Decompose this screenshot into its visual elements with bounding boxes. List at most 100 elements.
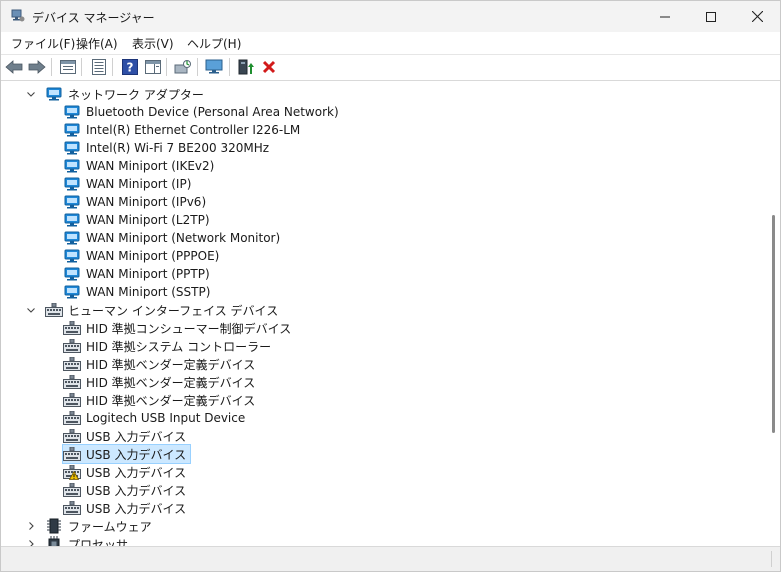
menu-action[interactable]: 操作(A) [76, 35, 118, 52]
tree-device-label: WAN Miniport (PPTP) [86, 267, 210, 281]
network-adapter-icon [45, 86, 63, 102]
help-button[interactable]: ? [120, 57, 140, 77]
tree-device-label: WAN Miniport (Network Monitor) [86, 231, 281, 245]
back-arrow-icon [5, 60, 23, 74]
status-bar [1, 546, 780, 571]
action-pane-icon [145, 60, 161, 74]
tree-device-item[interactable]: WAN Miniport (IPv6) [63, 193, 208, 211]
tree-category-label: ヒューマン インターフェイス デバイス [68, 303, 279, 318]
back-button[interactable] [4, 57, 24, 77]
minimize-icon [660, 16, 670, 17]
chevron-down-icon[interactable] [25, 85, 37, 103]
tree-device-item[interactable]: HID 準拠ベンダー定義デバイス [63, 355, 257, 373]
hid-keyboard-icon [63, 428, 81, 444]
tree-device-item[interactable]: USB 入力デバイス [63, 427, 188, 445]
tree-device-item[interactable]: Bluetooth Device (Personal Area Network) [63, 103, 341, 121]
tree-category-firmware-chip[interactable]: ファームウェア [25, 517, 154, 535]
menu-file[interactable]: ファイル(F) [11, 35, 75, 52]
tree-device-item[interactable]: WAN Miniport (SSTP) [63, 283, 212, 301]
network-adapter-icon [63, 266, 81, 282]
action-pane-button[interactable] [143, 57, 163, 77]
tree-category-hid-keyboard[interactable]: ヒューマン インターフェイス デバイス [25, 301, 280, 319]
network-adapter-icon [63, 176, 81, 192]
tree-device-item[interactable]: WAN Miniport (Network Monitor) [63, 229, 282, 247]
close-icon [751, 11, 763, 22]
tree-device-label: WAN Miniport (IPv6) [86, 195, 207, 209]
tree-device-item[interactable]: USB 入力デバイス [63, 499, 188, 517]
maximize-icon [706, 11, 716, 22]
tree-device-label: WAN Miniport (SSTP) [86, 285, 211, 299]
tree-device-item[interactable]: WAN Miniport (L2TP) [63, 211, 212, 229]
tree-device-item[interactable]: USB 入力デバイス [63, 481, 188, 499]
tree-device-label: USB 入力デバイス [86, 429, 187, 444]
warning-device-icon [63, 464, 81, 480]
tree-device-item[interactable]: WAN Miniport (IKEv2) [63, 157, 216, 175]
chevron-right-icon[interactable] [25, 535, 37, 546]
uninstall-x-icon [262, 60, 276, 74]
tree-device-label: Logitech USB Input Device [86, 411, 246, 425]
monitor-button[interactable] [204, 57, 224, 77]
scan-hardware-button[interactable] [173, 57, 193, 77]
chevron-right-icon[interactable] [25, 517, 37, 535]
forward-arrow-icon [28, 60, 46, 74]
tree-category-label: ファームウェア [68, 519, 152, 534]
maximize-button[interactable] [688, 1, 734, 32]
tree-device-item[interactable]: Intel(R) Ethernet Controller I226-LM [63, 121, 302, 139]
device-tree[interactable]: ネットワーク アダプター Bluetooth Device (Personal A… [1, 81, 767, 546]
uninstall-device-button[interactable] [259, 57, 279, 77]
network-adapter-icon [63, 284, 81, 300]
tree-device-item[interactable]: HID 準拠コンシューマー制御デバイス [63, 319, 293, 337]
tree-category-network-adapter[interactable]: ネットワーク アダプター [25, 85, 206, 103]
tree-device-item[interactable]: USB 入力デバイス [63, 463, 188, 481]
vertical-scrollbar[interactable] [767, 81, 780, 546]
network-adapter-icon [63, 104, 81, 120]
hid-keyboard-icon [63, 482, 81, 498]
tree-device-item[interactable]: HID 準拠ベンダー定義デバイス [63, 373, 257, 391]
chevron-down-icon[interactable] [25, 301, 37, 319]
tree-device-label: USB 入力デバイス [86, 465, 187, 480]
help-icon: ? [122, 59, 138, 75]
tree-device-label: USB 入力デバイス [86, 483, 187, 498]
hid-keyboard-icon [63, 374, 81, 390]
properties-view-button[interactable] [58, 57, 78, 77]
firmware-chip-icon [45, 518, 63, 534]
toolbar-separator [112, 58, 113, 76]
tree-device-item[interactable]: WAN Miniport (IP) [63, 175, 193, 193]
tree-category-label: プロセッサ [68, 537, 129, 547]
minimize-button[interactable] [642, 1, 688, 32]
tree-device-item[interactable]: Logitech USB Input Device [63, 409, 247, 427]
menu-view[interactable]: 表示(V) [132, 35, 174, 52]
tree-category-label: ネットワーク アダプター [68, 87, 204, 102]
toolbar-separator [81, 58, 82, 76]
tree-device-item[interactable]: Intel(R) Wi-Fi 7 BE200 320MHz [63, 139, 271, 157]
hid-keyboard-icon [63, 392, 81, 408]
tree-device-label: WAN Miniport (IP) [86, 177, 192, 191]
network-adapter-icon [63, 194, 81, 210]
scrollbar-thumb[interactable] [772, 215, 775, 433]
tree-device-item[interactable]: WAN Miniport (PPPOE) [63, 247, 221, 265]
update-driver-icon [238, 59, 254, 75]
network-adapter-icon [63, 140, 81, 156]
tree-device-label: WAN Miniport (IKEv2) [86, 159, 215, 173]
tree-device-label: WAN Miniport (PPPOE) [86, 249, 220, 263]
monitor-icon [205, 59, 223, 74]
forward-button[interactable] [27, 57, 47, 77]
tree-device-label: HID 準拠システム コントローラー [86, 339, 272, 354]
update-driver-button[interactable] [236, 57, 256, 77]
hid-keyboard-icon [63, 410, 81, 426]
tree-device-item[interactable]: HID 準拠ベンダー定義デバイス [63, 391, 257, 409]
tree-device-label: WAN Miniport (L2TP) [86, 213, 210, 227]
tree-category-processor[interactable]: プロセッサ [25, 535, 130, 546]
toolbar-separator [197, 58, 198, 76]
device-list-button[interactable] [89, 57, 109, 77]
toolbar: ? [1, 55, 780, 80]
tree-device-label: HID 準拠ベンダー定義デバイス [86, 357, 256, 372]
menu-help[interactable]: ヘルプ(H) [187, 35, 241, 52]
device-list-icon [92, 59, 106, 75]
tree-device-item[interactable]: USB 入力デバイス [61, 444, 192, 464]
toolbar-separator [51, 58, 52, 76]
tree-device-item[interactable]: WAN Miniport (PPTP) [63, 265, 212, 283]
close-button[interactable] [734, 1, 780, 32]
network-adapter-icon [63, 122, 81, 138]
tree-device-item[interactable]: HID 準拠システム コントローラー [63, 337, 273, 355]
